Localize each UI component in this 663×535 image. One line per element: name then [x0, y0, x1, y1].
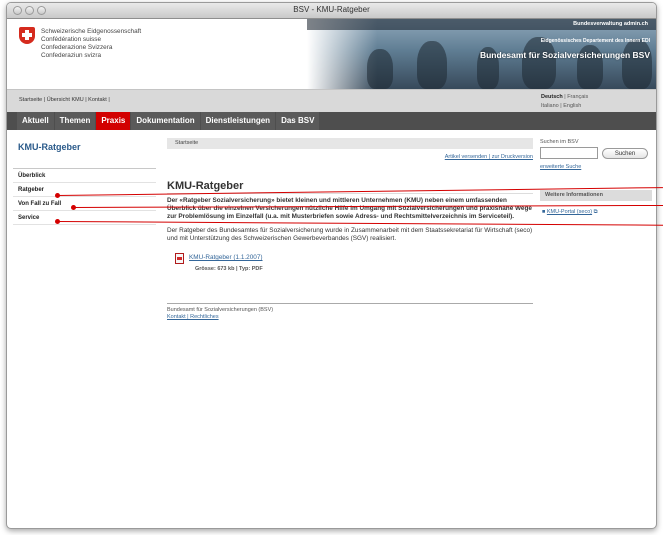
- lang-line2[interactable]: Italiano | English: [541, 102, 588, 111]
- sidebar: KMU-Ratgeber Überblick Ratgeber Von Fall…: [13, 130, 156, 225]
- lead-text: Der «Ratgeber Sozialversicherung» bietet…: [167, 197, 532, 220]
- breadcrumb[interactable]: Startseite: [167, 138, 533, 149]
- confederation-fr: Confédération suisse: [41, 36, 102, 43]
- search-button[interactable]: Suchen: [602, 147, 648, 159]
- nav-dokumentation[interactable]: Dokumentation: [131, 112, 200, 130]
- search-input[interactable]: [540, 147, 598, 159]
- admin-link[interactable]: Bundesverwaltung admin.ch: [573, 21, 648, 27]
- title-bar: BSV - KMU-Ratgeber: [7, 3, 656, 19]
- service-bar: Startseite | Übersicht KMU | Kontakt | D…: [7, 89, 656, 112]
- nav-themen[interactable]: Themen: [54, 112, 96, 130]
- window-title: BSV - KMU-Ratgeber: [293, 5, 370, 14]
- confederation-names: Schweizerische Eidgenossenschaft Confédé…: [41, 28, 141, 60]
- more-info-item: ■ KMU-Portal (seco) ⧉: [542, 209, 598, 215]
- sidebar-item-von-fall-zu-fall[interactable]: Von Fall zu Fall: [13, 197, 156, 211]
- lang-other[interactable]: | Français: [564, 94, 588, 100]
- sidebar-item-ueberblick[interactable]: Überblick: [13, 169, 156, 183]
- nav-das-bsv[interactable]: Das BSV: [276, 112, 320, 130]
- confederation-rm: Confederaziun svizra: [41, 52, 102, 59]
- pdf-icon: [175, 253, 184, 264]
- language-switcher: Deutsch | Français Italiano | English: [541, 93, 588, 111]
- nav-praxis[interactable]: Praxis: [96, 112, 131, 130]
- lang-current[interactable]: Deutsch: [541, 94, 563, 100]
- department-name: Eidgenössisches Departement des Innern E…: [540, 38, 650, 44]
- page-content: KMU-Ratgeber Überblick Ratgeber Von Fall…: [7, 130, 656, 528]
- swiss-cross-logo: [19, 27, 35, 44]
- page-footer: Bundesamt für Sozialversicherungen (BSV)…: [167, 303, 533, 321]
- nav-dienstleistungen[interactable]: Dienstleistungen: [200, 112, 276, 130]
- advanced-search-link[interactable]: erweiterte Suche: [540, 164, 652, 170]
- nav-aktuell[interactable]: Aktuell: [17, 112, 54, 130]
- sidebar-nav: Überblick Ratgeber Von Fall zu Fall Serv…: [13, 168, 156, 225]
- kmu-portal-link[interactable]: KMU-Portal (seco): [547, 209, 592, 215]
- right-column: Suchen im BSV Suchen erweiterte Suche We…: [540, 130, 652, 216]
- body-text: Der Ratgeber des Bundesamtes für Sozialv…: [167, 227, 533, 242]
- more-info-header: Weitere Informationen: [540, 190, 652, 201]
- sidebar-title: KMU-Ratgeber: [18, 142, 81, 152]
- search-label: Suchen im BSV: [540, 139, 579, 145]
- search-row: Suchen: [540, 147, 652, 159]
- footer-name: Bundesamt für Sozialversicherungen (BSV): [167, 307, 274, 313]
- document-download: KMU-Ratgeber (1.1.2007) Grösse: 673 kb |…: [175, 253, 533, 275]
- office-name: Bundesamt für Sozialversicherungen BSV: [479, 50, 650, 60]
- sidebar-item-service[interactable]: Service: [13, 211, 156, 225]
- confederation-de: Schweizerische Eidgenossenschaft: [41, 28, 142, 35]
- main-nav: Aktuell Themen Praxis Dokumentation Dien…: [7, 112, 656, 130]
- external-link-icon: ⧉: [593, 209, 598, 215]
- footer-links[interactable]: Kontakt | Rechtliches: [167, 314, 533, 321]
- browser-window: BSV - KMU-Ratgeber Schweizerische Eidgen…: [6, 2, 657, 529]
- site-header: Schweizerische Eidgenossenschaft Confédé…: [7, 19, 656, 89]
- main-content: Startseite Artikel versenden | zur Druck…: [167, 130, 533, 321]
- confederation-it: Confederazione Svizzera: [41, 44, 113, 51]
- service-links[interactable]: Startseite | Übersicht KMU | Kontakt |: [19, 97, 110, 103]
- article-tools[interactable]: Artikel versenden | zur Druckversion: [167, 154, 533, 160]
- document-link[interactable]: KMU-Ratgeber (1.1.2007): [189, 254, 263, 261]
- document-meta: Grösse: 673 kb | Typ: PDF: [195, 266, 263, 272]
